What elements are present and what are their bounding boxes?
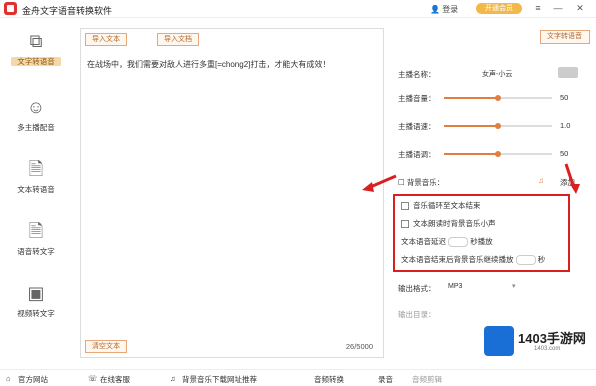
pitch-value: 50 bbox=[560, 149, 569, 158]
app-logo-icon bbox=[4, 2, 17, 15]
delay-suffix: 秒播放 bbox=[470, 237, 493, 246]
sidebar-item-video-to-text[interactable]: ▣ 视频转文字 bbox=[0, 276, 72, 332]
checkbox-icon bbox=[401, 220, 409, 229]
text-editor[interactable]: 导入文本 导入文档 在战场中，我们需要对敌人进行多重[=chong2]打击，才能… bbox=[80, 28, 384, 358]
app-title: 金舟文字语音转换软件 bbox=[22, 6, 113, 16]
bgm-label-text: 背景音乐： bbox=[406, 178, 445, 187]
speed-label: 主播语速： bbox=[398, 122, 436, 131]
sidebar-item-text-speech[interactable]: 🗎 文本转语音 bbox=[0, 152, 72, 208]
volume-slider[interactable] bbox=[444, 95, 552, 101]
menu-icon[interactable]: ≡ bbox=[532, 3, 544, 13]
audio-file-icon: 🗎 bbox=[28, 221, 44, 241]
continue-input[interactable] bbox=[515, 255, 536, 266]
continue-prefix: 文本语音结束后背景音乐继续播放 bbox=[401, 255, 514, 264]
tab-audio-clip[interactable]: 音频剪辑 bbox=[412, 374, 442, 385]
annotation-arrow-right bbox=[564, 163, 580, 194]
delay-option: 文本语音延迟 秒播放 bbox=[401, 236, 493, 248]
document-icon: ⧉ bbox=[29, 31, 43, 51]
music-note-icon: ♫ bbox=[170, 374, 176, 383]
char-count: 26/5000 bbox=[345, 342, 373, 351]
sidebar-item-speech-to-text[interactable]: 🗎 语音转文字 bbox=[0, 214, 72, 270]
sidebar: ⧉ 文字转语音 ☺ 多主播配音 🗎 文本转语音 🗎 语音转文字 ▣ 视频转文字 bbox=[0, 18, 72, 368]
import-doc-button[interactable]: 导入文档 bbox=[157, 33, 199, 46]
close-icon[interactable]: ✕ bbox=[574, 3, 586, 14]
user-add-icon: ☺ bbox=[26, 97, 46, 117]
sidebar-item-multi-anchor[interactable]: ☺ 多主播配音 bbox=[0, 90, 72, 146]
continue-suffix: 秒 bbox=[537, 255, 546, 264]
video-icon: ▣ bbox=[27, 283, 45, 303]
pitch-slider[interactable] bbox=[444, 151, 552, 157]
chevron-down-icon: ▾ bbox=[512, 283, 516, 290]
speed-value: 1.0 bbox=[560, 121, 571, 130]
sidebar-item-label: 文字转语音 bbox=[11, 57, 61, 66]
speed-slider[interactable] bbox=[444, 123, 552, 129]
delay-input[interactable] bbox=[448, 237, 469, 248]
footer-bar: ⌂ 官方网站 ☏ 在线客服 ♫ 背景音乐下载网址推荐 音频转换 录音 音频剪辑 bbox=[0, 369, 596, 386]
sidebar-item-text-to-speech[interactable]: ⧉ 文字转语音 bbox=[0, 24, 72, 80]
loop-option-label: 音乐循环至文本结束 bbox=[413, 201, 481, 210]
checkbox-icon bbox=[401, 202, 409, 211]
anchor-label: 主播名称： bbox=[398, 70, 436, 79]
sidebar-item-label: 视频转文字 bbox=[17, 309, 55, 318]
output-label: 输出目录： bbox=[398, 310, 436, 319]
watermark-logo bbox=[484, 326, 514, 356]
duck-option-label: 文本朗读时背景音乐小声 bbox=[413, 219, 496, 228]
format-label: 输出格式： bbox=[398, 284, 436, 293]
import-text-button[interactable]: 导入文本 bbox=[85, 33, 127, 46]
tab-record[interactable]: 录音 bbox=[378, 374, 393, 385]
output-row: 输出目录： bbox=[392, 306, 588, 320]
voice-select-button[interactable] bbox=[558, 67, 578, 78]
bgm-download-link[interactable]: 背景音乐下载网址推荐 bbox=[182, 374, 257, 385]
annotation-arrow-left bbox=[362, 174, 397, 192]
title-bar: 金舟文字语音转换软件 👤 登录 开通会员 ≡ — ✕ bbox=[0, 0, 596, 18]
anchor-value: 女声-小云 bbox=[482, 71, 513, 78]
tts-mode-button[interactable]: 文字转语音 bbox=[540, 30, 590, 44]
continue-option: 文本语音结束后背景音乐继续播放 秒 bbox=[401, 254, 546, 266]
bgm-label: ☐ 背景音乐： bbox=[398, 178, 445, 187]
delay-prefix: 文本语音延迟 bbox=[401, 237, 446, 246]
volume-row: 主播音量： 50 bbox=[392, 90, 588, 104]
bgm-row: ☐ 背景音乐： ♫ 添加 bbox=[392, 174, 588, 188]
format-select[interactable]: MP3 bbox=[448, 283, 462, 290]
website-icon: ⌂ bbox=[6, 374, 11, 383]
volume-label: 主播音量： bbox=[398, 94, 436, 103]
sidebar-item-label: 文本转语音 bbox=[17, 185, 55, 194]
pitch-row: 主播语调： 50 bbox=[392, 146, 588, 160]
loop-option[interactable]: 音乐循环至文本结束 bbox=[401, 200, 481, 211]
music-icon: ♫ bbox=[538, 176, 544, 185]
speed-row: 主播语速： 1.0 bbox=[392, 118, 588, 132]
duck-option[interactable]: 文本朗读时背景音乐小声 bbox=[401, 218, 496, 229]
sidebar-item-label: 多主播配音 bbox=[17, 123, 55, 132]
pitch-label: 主播语调： bbox=[398, 150, 436, 159]
website-link[interactable]: 官方网站 bbox=[18, 374, 48, 385]
vip-button[interactable]: 开通会员 bbox=[476, 3, 522, 14]
service-icon: ☏ bbox=[88, 374, 98, 383]
sidebar-item-label: 语音转文字 bbox=[17, 247, 55, 256]
volume-value: 50 bbox=[560, 93, 569, 102]
editor-text[interactable]: 在战场中，我们需要对敌人进行多重[=chong2]打击，才能大有成效！ bbox=[87, 59, 377, 70]
bgm-options-highlight: 音乐循环至文本结束 文本朗读时背景音乐小声 文本语音延迟 秒播放 文本语音结束后… bbox=[393, 194, 570, 272]
clear-text-button[interactable]: 清空文本 bbox=[85, 340, 127, 353]
login-button[interactable]: 👤 登录 bbox=[430, 4, 458, 15]
file-icon: 🗎 bbox=[28, 159, 44, 179]
login-label: 登录 bbox=[442, 5, 459, 14]
watermark: 1403手游网 1403.com bbox=[484, 324, 590, 362]
watermark-brand: 1403手游网 bbox=[518, 331, 586, 346]
anchor-row: 主播名称： 女声-小云 bbox=[392, 66, 588, 80]
minimize-icon[interactable]: — bbox=[552, 3, 564, 13]
tab-audio-convert[interactable]: 音频转换 bbox=[314, 374, 344, 385]
watermark-url: 1403.com bbox=[534, 346, 561, 352]
service-link[interactable]: 在线客服 bbox=[100, 374, 130, 385]
format-row: 输出格式： MP3 ▾ bbox=[392, 280, 588, 294]
